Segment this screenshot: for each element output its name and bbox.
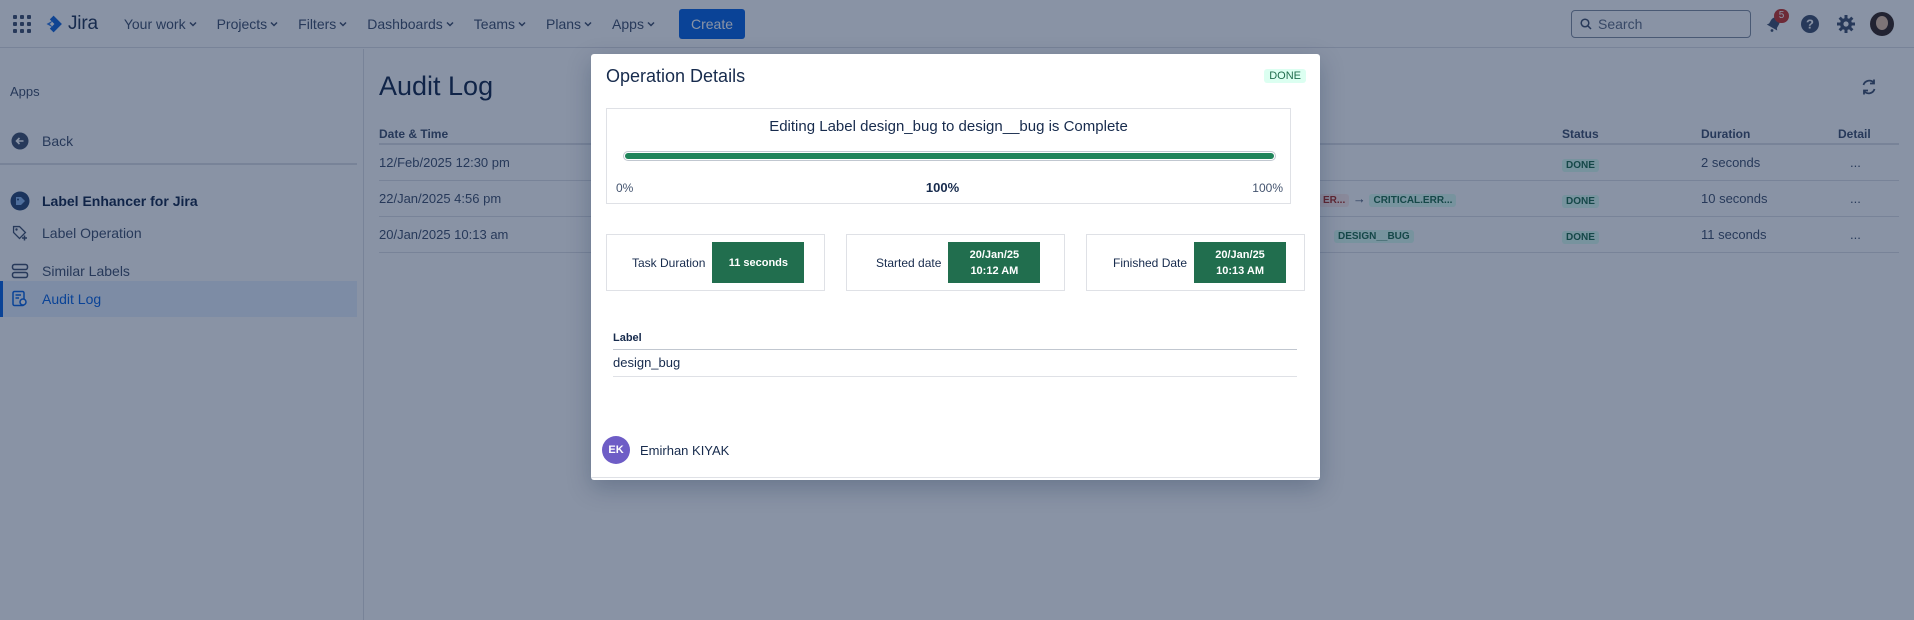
stat-label: Started date [876, 255, 942, 270]
stat-value: 20/Jan/25 10:13 AM [1194, 242, 1287, 283]
operation-user: EK Emirhan KIYAK [602, 436, 729, 464]
progress-max-label: 100% [1252, 181, 1283, 195]
stat-started-date: Started date 20/Jan/25 10:12 AM [846, 234, 1065, 291]
avatar: EK [602, 436, 630, 464]
progress-bar-fill [625, 153, 1274, 159]
stat-label: Task Duration [632, 255, 706, 270]
label-value: design_bug [613, 355, 681, 370]
modal-status-badge: DONE [1264, 69, 1306, 83]
operation-details-modal: Operation Details DONE Editing Label des… [591, 54, 1320, 480]
label-header-divider [613, 349, 1297, 350]
modal-title: Operation Details [606, 66, 746, 86]
stat-value: 20/Jan/25 10:12 AM [948, 242, 1041, 283]
progress-bar [623, 151, 1276, 161]
label-row-divider [613, 376, 1297, 377]
modal-footer-divider [591, 477, 1320, 478]
stat-task-duration: Task Duration 11 seconds [606, 234, 825, 291]
progress-title: Editing Label design_bug to design__bug … [769, 118, 1128, 135]
stat-finished-date: Finished Date 20/Jan/25 10:13 AM [1086, 234, 1305, 291]
label-column-header: Label [613, 332, 642, 344]
stat-value: 11 seconds [712, 242, 805, 283]
user-name: Emirhan KIYAK [640, 442, 730, 458]
stat-label: Finished Date [1113, 255, 1188, 270]
progress-panel: Editing Label design_bug to design__bug … [606, 108, 1291, 204]
progress-current-label: 100% [925, 180, 960, 195]
